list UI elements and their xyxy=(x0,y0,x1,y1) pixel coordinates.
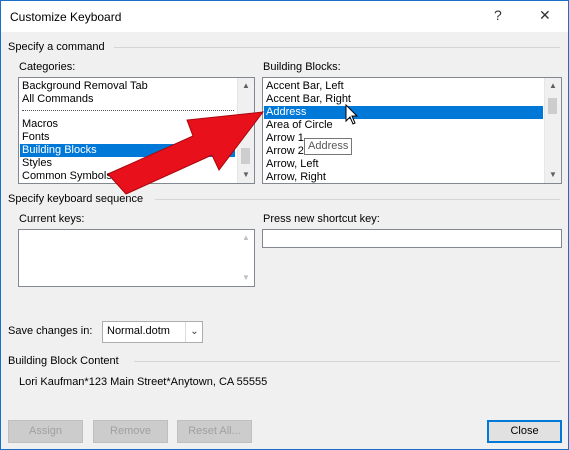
red-arrow-icon xyxy=(107,111,265,195)
assign-button[interactable]: Assign xyxy=(8,420,83,443)
group-separator xyxy=(114,47,560,48)
save-changes-value: Normal.dotm xyxy=(107,325,170,337)
category-item[interactable]: Styles xyxy=(22,157,52,170)
mouse-cursor-icon xyxy=(345,104,359,125)
category-item[interactable]: Fonts xyxy=(22,131,50,144)
chevron-down-icon[interactable]: ⌄ xyxy=(185,322,203,342)
current-keys-label: Current keys: xyxy=(19,213,85,225)
address-tooltip: Address xyxy=(304,138,353,155)
title-bar: Customize Keyboard ? ✕ xyxy=(1,1,568,32)
group-separator xyxy=(134,361,560,362)
save-changes-label: Save changes in: xyxy=(8,325,93,337)
dialog-title: Customize Keyboard xyxy=(10,10,122,24)
customize-keyboard-dialog: Customize Keyboard ? ✕ Specify a command… xyxy=(0,0,569,450)
block-item[interactable]: Accent Bar, Right xyxy=(266,93,351,106)
block-item[interactable]: Area of Circle xyxy=(266,119,333,132)
scroll-down-icon[interactable]: ▼ xyxy=(545,167,561,183)
scroll-up-icon: ▲ xyxy=(242,233,250,242)
building-blocks-scrollbar[interactable]: ▲ ▼ xyxy=(544,78,561,183)
category-item[interactable]: Macros xyxy=(22,118,58,131)
category-item[interactable]: Background Removal Tab xyxy=(22,80,148,93)
scroll-down-icon: ▼ xyxy=(242,273,250,282)
save-changes-select[interactable]: Normal.dotm ⌄ xyxy=(102,321,203,343)
current-keys-list[interactable]: ▲ ▼ xyxy=(18,229,255,287)
help-button[interactable]: ? xyxy=(494,7,502,23)
specify-command-group-label: Specify a command xyxy=(8,41,105,53)
block-content-group-label: Building Block Content xyxy=(8,355,119,367)
current-keys-scrollbar: ▲ ▼ xyxy=(238,230,254,286)
close-window-button[interactable]: ✕ xyxy=(539,7,551,24)
reset-all-button[interactable]: Reset All... xyxy=(177,420,252,443)
building-blocks-list[interactable]: Accent Bar, Left Accent Bar, Right Addre… xyxy=(262,77,562,184)
block-item-selected[interactable]: Address xyxy=(264,106,543,119)
new-shortcut-input[interactable] xyxy=(262,229,562,248)
building-blocks-label: Building Blocks: xyxy=(263,61,341,73)
category-item[interactable]: Common Symbols xyxy=(22,170,112,183)
remove-button[interactable]: Remove xyxy=(93,420,168,443)
category-item[interactable]: All Commands xyxy=(22,93,94,106)
block-content-text: Lori Kaufman*123 Main Street*Anytown, CA… xyxy=(19,376,268,388)
close-button[interactable]: Close xyxy=(487,420,562,443)
scroll-up-icon[interactable]: ▲ xyxy=(238,78,254,94)
new-shortcut-label: Press new shortcut key: xyxy=(263,213,380,225)
categories-label: Categories: xyxy=(19,61,76,73)
block-item[interactable]: Accent Bar, Left xyxy=(266,80,344,93)
scroll-up-icon[interactable]: ▲ xyxy=(545,78,561,94)
scroll-thumb[interactable] xyxy=(548,98,557,114)
